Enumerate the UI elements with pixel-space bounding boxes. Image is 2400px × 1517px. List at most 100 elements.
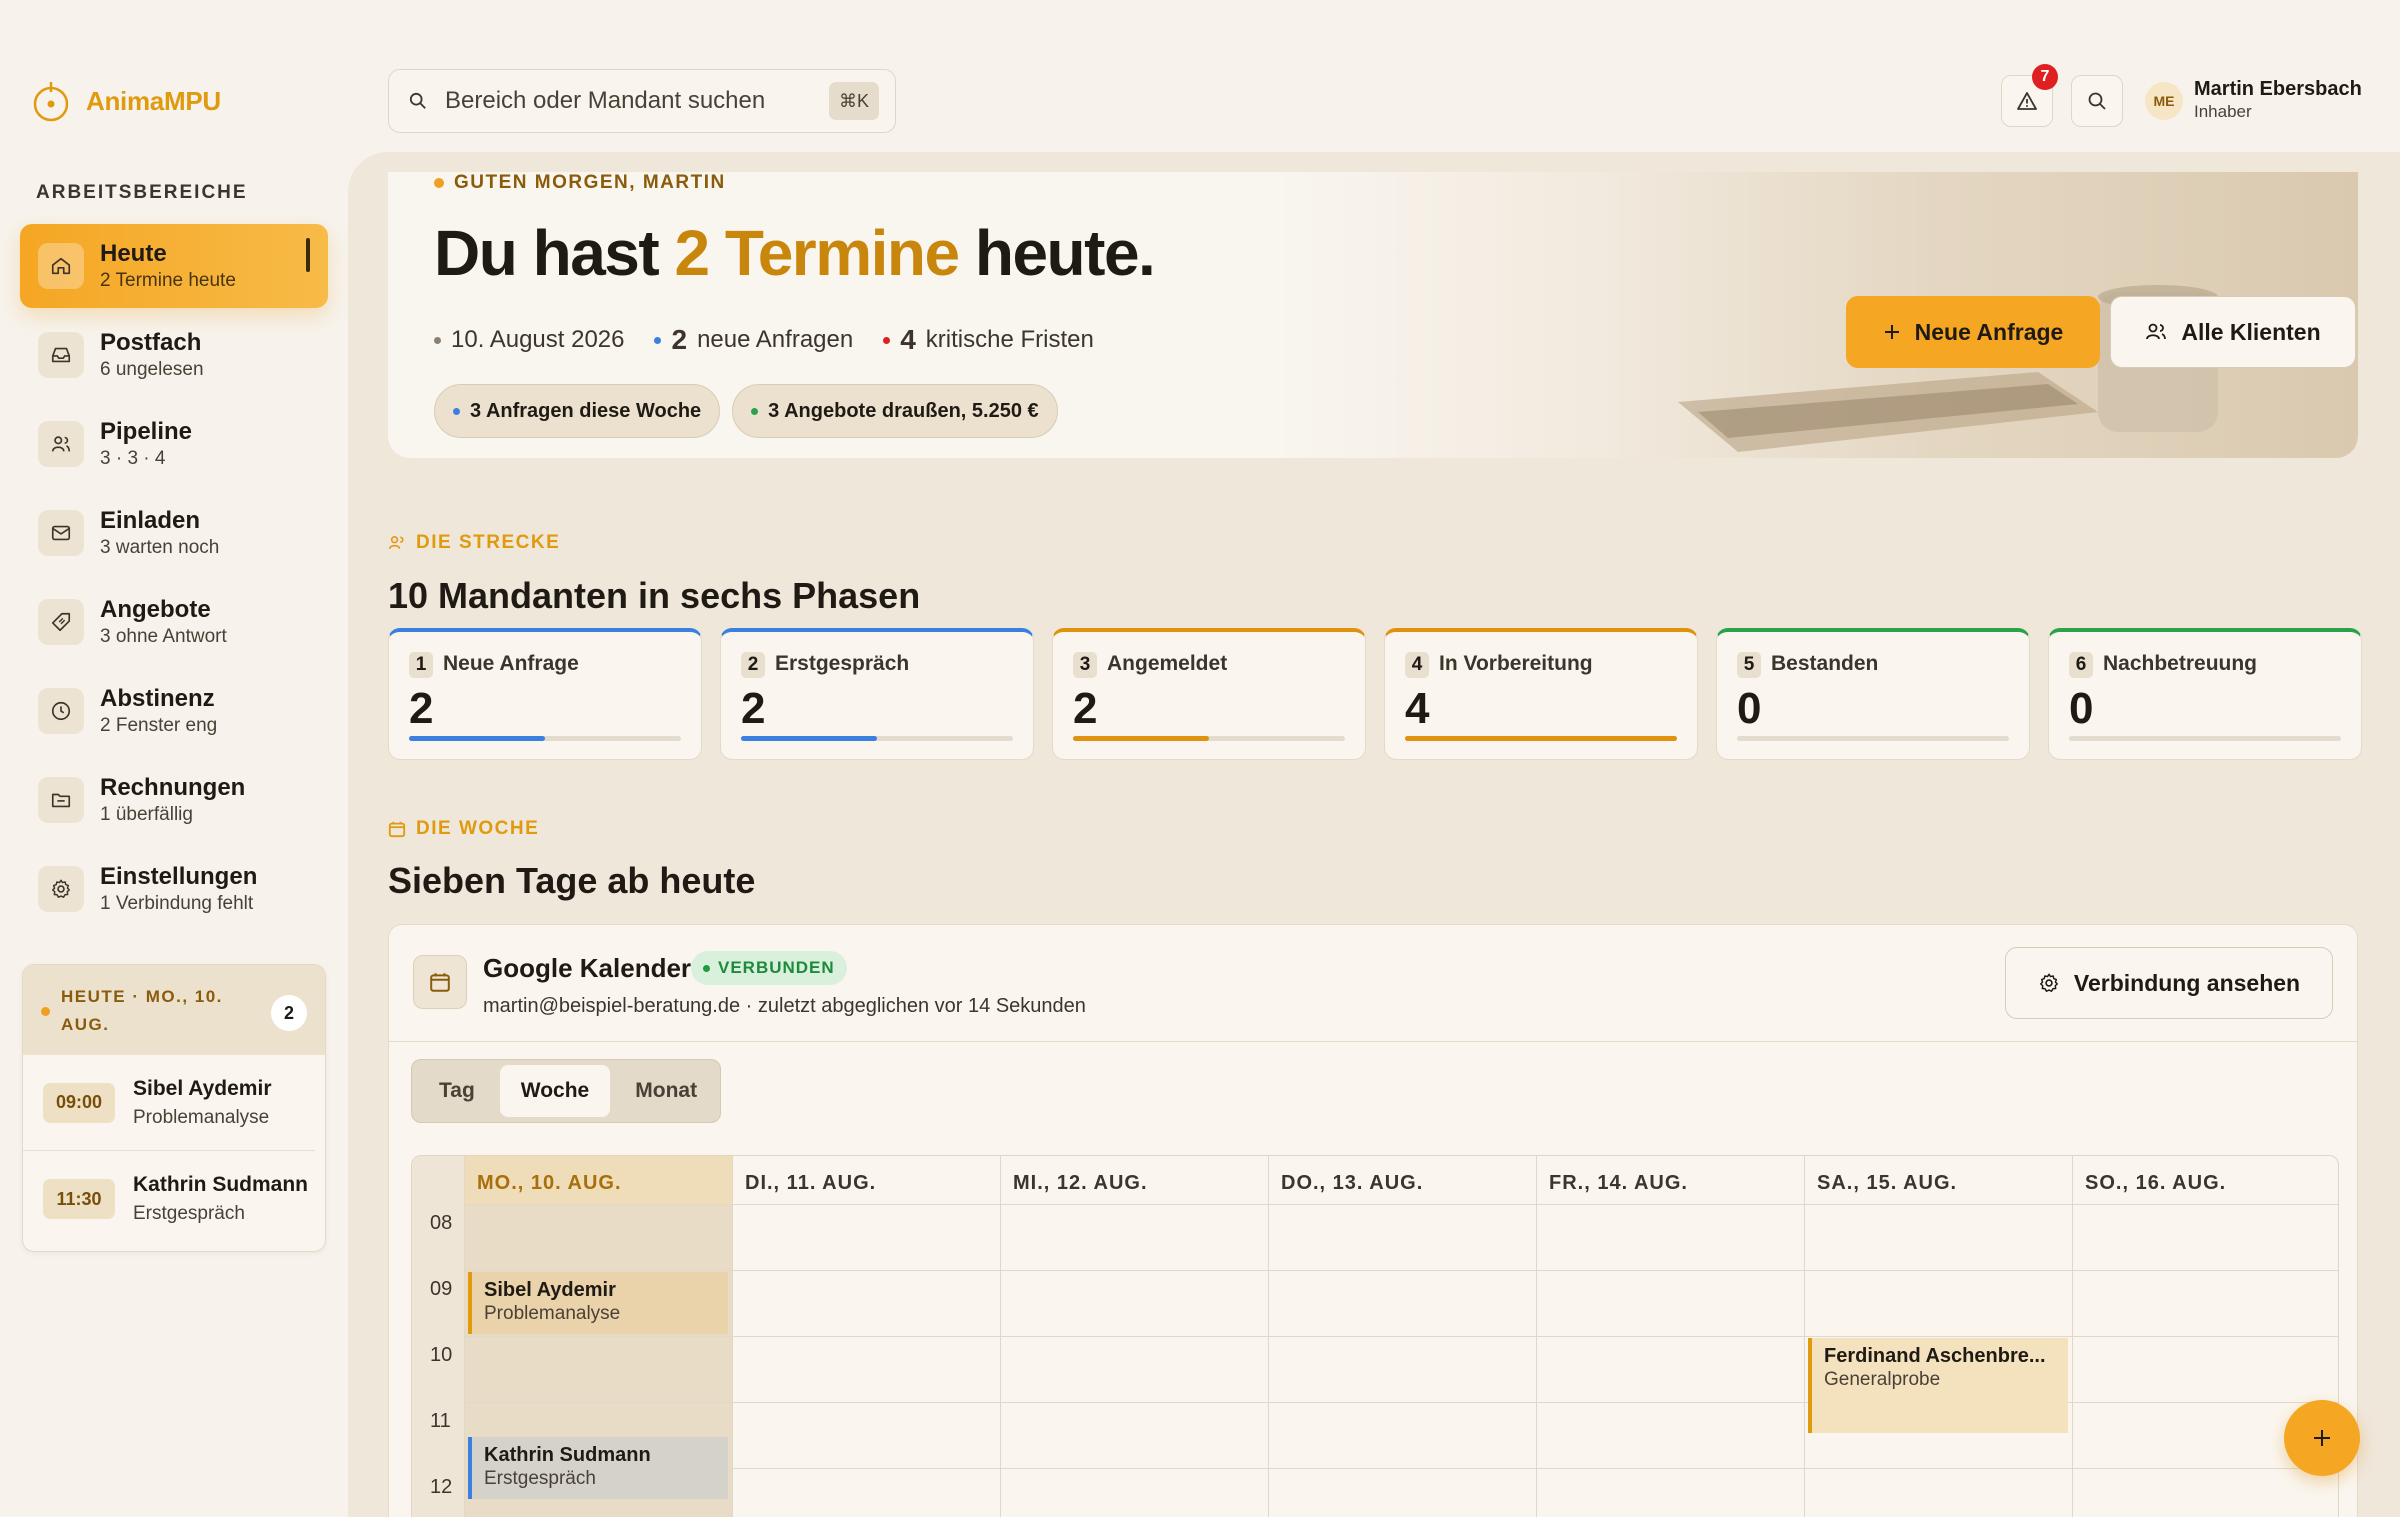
hour-column: [412, 1156, 464, 1517]
view-switcher: Tag Woche Monat: [411, 1059, 721, 1123]
app-logo[interactable]: AnimaMPU: [30, 80, 221, 122]
phase-number: 3: [1073, 652, 1097, 678]
phase-label: Erstgespräch: [775, 652, 910, 675]
phase-number: 5: [1737, 652, 1761, 678]
warning-icon: [2017, 92, 2037, 110]
search-icon: [2088, 92, 2106, 110]
calendar-event[interactable]: Sibel Aydemir Problemanalyse: [468, 1272, 728, 1334]
phase-progress: [2069, 736, 2341, 741]
view-connection-button[interactable]: Verbindung ansehen: [2005, 947, 2333, 1019]
pipeline-title: 10 Mandanten in sechs Phasen: [388, 575, 921, 616]
today-appointment[interactable]: 09:00 Sibel Aydemir Problemanalyse: [23, 1055, 315, 1151]
phase-progress: [1073, 736, 1345, 741]
alerts-button[interactable]: 7: [2001, 64, 2058, 127]
user-role: Inhaber: [2194, 102, 2252, 121]
sidebar-item-abstinenz[interactable]: Abstinenz 2 Fenster eng: [20, 669, 328, 753]
phase-label: Nachbetreuung: [2103, 652, 2258, 675]
meta-critical-deadlines[interactable]: 4 kritische Fristen: [883, 324, 1094, 356]
chip-offers-out[interactable]: 3 Angebote draußen, 5.250 €: [732, 384, 1058, 438]
title-pre: Du hast: [434, 217, 675, 289]
sidebar-item-label: Abstinenz: [100, 685, 215, 712]
sidebar-item-einladen[interactable]: Einladen 3 warten noch: [20, 491, 328, 575]
meta-new-requests[interactable]: 2 neue Anfragen: [654, 324, 853, 356]
plus-icon: [2314, 1430, 2330, 1446]
clock-icon: [38, 688, 84, 734]
phase-card[interactable]: 6 Nachbetreuung 0: [2048, 628, 2362, 760]
day-header: SO., 16. AUG.: [2085, 1172, 2227, 1194]
hero-chips: 3 Anfragen diese Woche 3 Angebote drauße…: [434, 384, 1058, 438]
page-title: Du hast 2 Termine heute.: [434, 216, 1156, 290]
kicker-text: DIE STRECKE: [416, 532, 561, 553]
event-type: Problemanalyse: [484, 1303, 621, 1324]
today-card-label: HEUTE · MO., 10. AUG.: [61, 987, 223, 1034]
status-text: VERBUNDEN: [718, 958, 835, 977]
sidebar-item-sub: 2 Termine heute: [100, 270, 236, 291]
search-button[interactable]: [2071, 75, 2123, 127]
phase-card[interactable]: 3 Angemeldet 2: [1052, 628, 1366, 760]
sidebar-item-heute[interactable]: Heute 2 Termine heute: [20, 224, 328, 308]
day-header: MI., 12. AUG.: [1013, 1172, 1148, 1194]
status-dot: [434, 178, 444, 188]
avatar[interactable]: ME: [2145, 82, 2183, 120]
sidebar-item-pipeline[interactable]: Pipeline 3 · 3 · 4: [20, 402, 328, 486]
search-placeholder: Bereich oder Mandant suchen: [445, 87, 766, 114]
meta-date: 10. August 2026: [434, 326, 624, 354]
calendar-account: martin@beispiel-beratung.de · zuletzt ab…: [483, 995, 1086, 1017]
phase-label: Bestanden: [1771, 652, 1879, 675]
hour-line: [464, 1270, 2338, 1271]
day-header: DI., 11. AUG.: [745, 1172, 877, 1194]
search-shortcut: ⌘K: [828, 82, 879, 120]
phase-label: Angemeldet: [1107, 652, 1228, 675]
phase-number: 6: [2069, 652, 2093, 678]
day-header: FR., 14. AUG.: [1549, 1172, 1688, 1194]
hour-label: 09: [430, 1278, 453, 1300]
add-fab-button[interactable]: [2284, 1400, 2360, 1476]
chip-requests-week[interactable]: 3 Anfragen diese Woche: [434, 384, 721, 438]
phase-card[interactable]: 1 Neue Anfrage 2: [388, 628, 702, 760]
phase-count: 2: [1073, 684, 1098, 733]
sidebar-item-postfach[interactable]: Postfach 6 ungelesen: [20, 313, 328, 397]
today-appointment[interactable]: 11:30 Kathrin Sudmann Erstgespräch: [23, 1151, 315, 1247]
status-dot: [41, 1007, 50, 1016]
sidebar-item-label: Angebote: [100, 596, 211, 623]
sidebar-section-label: ARBEITSBEREICHE: [36, 182, 248, 203]
gear-icon: [38, 866, 84, 912]
sidebar-item-rechnungen[interactable]: Rechnungen 1 überfällig: [20, 758, 328, 842]
calendar-event[interactable]: Kathrin Sudmann Erstgespräch: [468, 1437, 728, 1499]
day-header: SA., 15. AUG.: [1817, 1172, 1958, 1194]
calendar-card: Google Kalender VERBUNDEN martin@beispie…: [388, 924, 2358, 1517]
folder-icon: [38, 777, 84, 823]
appointment-type: Erstgespräch: [133, 1203, 245, 1224]
phase-card[interactable]: 2 Erstgespräch 2: [720, 628, 1034, 760]
calendar-icon: [388, 821, 406, 838]
tab-woche[interactable]: Woche: [499, 1065, 611, 1117]
sidebar-item-label: Postfach: [100, 329, 202, 356]
users-icon: [38, 421, 84, 467]
all-clients-button[interactable]: Alle Klienten: [2110, 296, 2356, 368]
phase-progress: [741, 736, 1013, 741]
new-request-button[interactable]: Neue Anfrage: [1846, 296, 2100, 368]
phase-card[interactable]: 4 In Vorbereitung 4: [1384, 628, 1698, 760]
users-icon: [388, 536, 404, 549]
sidebar-item-angebote[interactable]: Angebote 3 ohne Antwort: [20, 580, 328, 664]
main-content: GUTEN MORGEN, MARTIN Du hast 2 Termine h…: [348, 152, 2400, 1517]
phase-card[interactable]: 5 Bestanden 0: [1716, 628, 2030, 760]
phase-count: 0: [1737, 684, 1762, 733]
sidebar-item-einstellungen[interactable]: Einstellungen 1 Verbindung fehlt: [20, 847, 328, 931]
sidebar-item-sub: 3 warten noch: [100, 537, 220, 558]
greeting-text: GUTEN MORGEN, MARTIN: [454, 172, 726, 193]
button-label: Verbindung ansehen: [2073, 969, 2301, 996]
tab-tag[interactable]: Tag: [418, 1065, 496, 1117]
user-name[interactable]: Martin Ebersbach: [2194, 78, 2362, 101]
phase-count: 0: [2069, 684, 2094, 733]
inbox-icon: [38, 332, 84, 378]
search-input[interactable]: Bereich oder Mandant suchen ⌘K: [388, 69, 896, 133]
users-icon: [2146, 323, 2167, 340]
mail-icon: [38, 510, 84, 556]
chip-label: 3 Anfragen diese Woche: [470, 399, 702, 422]
tab-monat[interactable]: Monat: [614, 1065, 718, 1117]
sidebar-nav: Heute 2 Termine heute Postfach 6 ungelesen P…: [20, 224, 328, 936]
calendar-event[interactable]: Ferdinand Aschenbre... Generalprobe: [1808, 1338, 2068, 1433]
today-card-header: HEUTE · MO., 10. AUG. 2: [23, 965, 325, 1055]
divider: [389, 1041, 2357, 1042]
